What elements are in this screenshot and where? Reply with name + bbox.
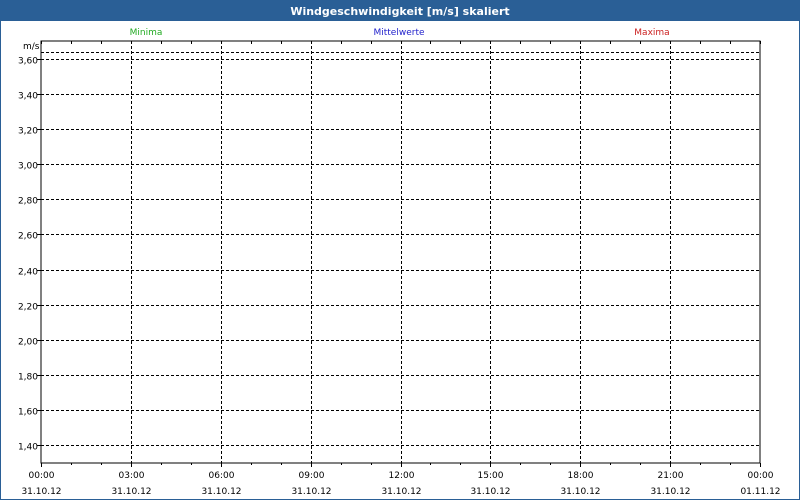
y-tick-label: 2,20 [18, 303, 38, 313]
x-tick-label-date: 31.10.12 [650, 487, 690, 497]
y-tick-label: 2,40 [18, 268, 38, 278]
legend-label-mittelwerte: Mittelwerte [373, 28, 424, 38]
y-tick-label: 1,60 [18, 408, 38, 418]
x-tick-label-time: 21:00 [658, 471, 684, 481]
y-tick-label: 3,60 [18, 57, 38, 67]
y-tick-label: 3,20 [18, 127, 38, 137]
grid-layer [40, 40, 761, 464]
x-tick-label-date: 31.10.12 [470, 487, 510, 497]
x-tick-label-date: 31.10.12 [21, 487, 61, 497]
legend-layer: Minima Mittelwerte Maxima [130, 28, 670, 38]
y-tick-label: 2,80 [18, 197, 38, 207]
y-tick-label: 3,00 [18, 162, 38, 172]
plot-frame [40, 40, 761, 464]
x-tick-label-time: 09:00 [299, 471, 325, 481]
y-axis-unit-label: m/s [23, 42, 40, 52]
x-tick-label-date: 31.10.12 [560, 487, 600, 497]
x-tick-label-time: 12:00 [389, 471, 415, 481]
x-tick-label-date: 31.10.12 [381, 487, 421, 497]
y-tick-label: 3,40 [18, 92, 38, 102]
x-tick-label-date: 31.10.12 [291, 487, 331, 497]
axis-layer: 1,40 1,60 1,80 2,00 2,20 2,40 2,60 2,80 3,00 3,20… [18, 41, 781, 497]
wind-speed-chart: 1,40 1,60 1,80 2,00 2,20 2,40 2,60 2,80 3,00 3,20… [18, 28, 781, 497]
legend-label-minima: Minima [130, 28, 163, 38]
x-tick-label-date: 31.10.12 [111, 487, 151, 497]
x-tick-label-time: 03:00 [119, 471, 145, 481]
x-tick-label-date: 01.11.12 [740, 487, 780, 497]
y-tick-label: 2,00 [18, 338, 38, 348]
x-tick-label-time: 15:00 [478, 471, 504, 481]
y-tick-label: 1,40 [18, 443, 38, 453]
legend-label-maxima: Maxima [634, 28, 669, 38]
x-tick-label-time: 00:00 [748, 471, 774, 481]
y-tick-label: 2,60 [18, 232, 38, 242]
chart-window: Windgeschwindigkeit [m/s] skaliert 1,40 1… [0, 0, 800, 500]
x-tick-label-date: 31.10.12 [201, 487, 241, 497]
x-tick-label-time: 06:00 [209, 471, 235, 481]
y-tick-label: 1,80 [18, 373, 38, 383]
x-tick-label-time: 18:00 [568, 471, 594, 481]
x-tick-label-time: 00:00 [29, 471, 55, 481]
